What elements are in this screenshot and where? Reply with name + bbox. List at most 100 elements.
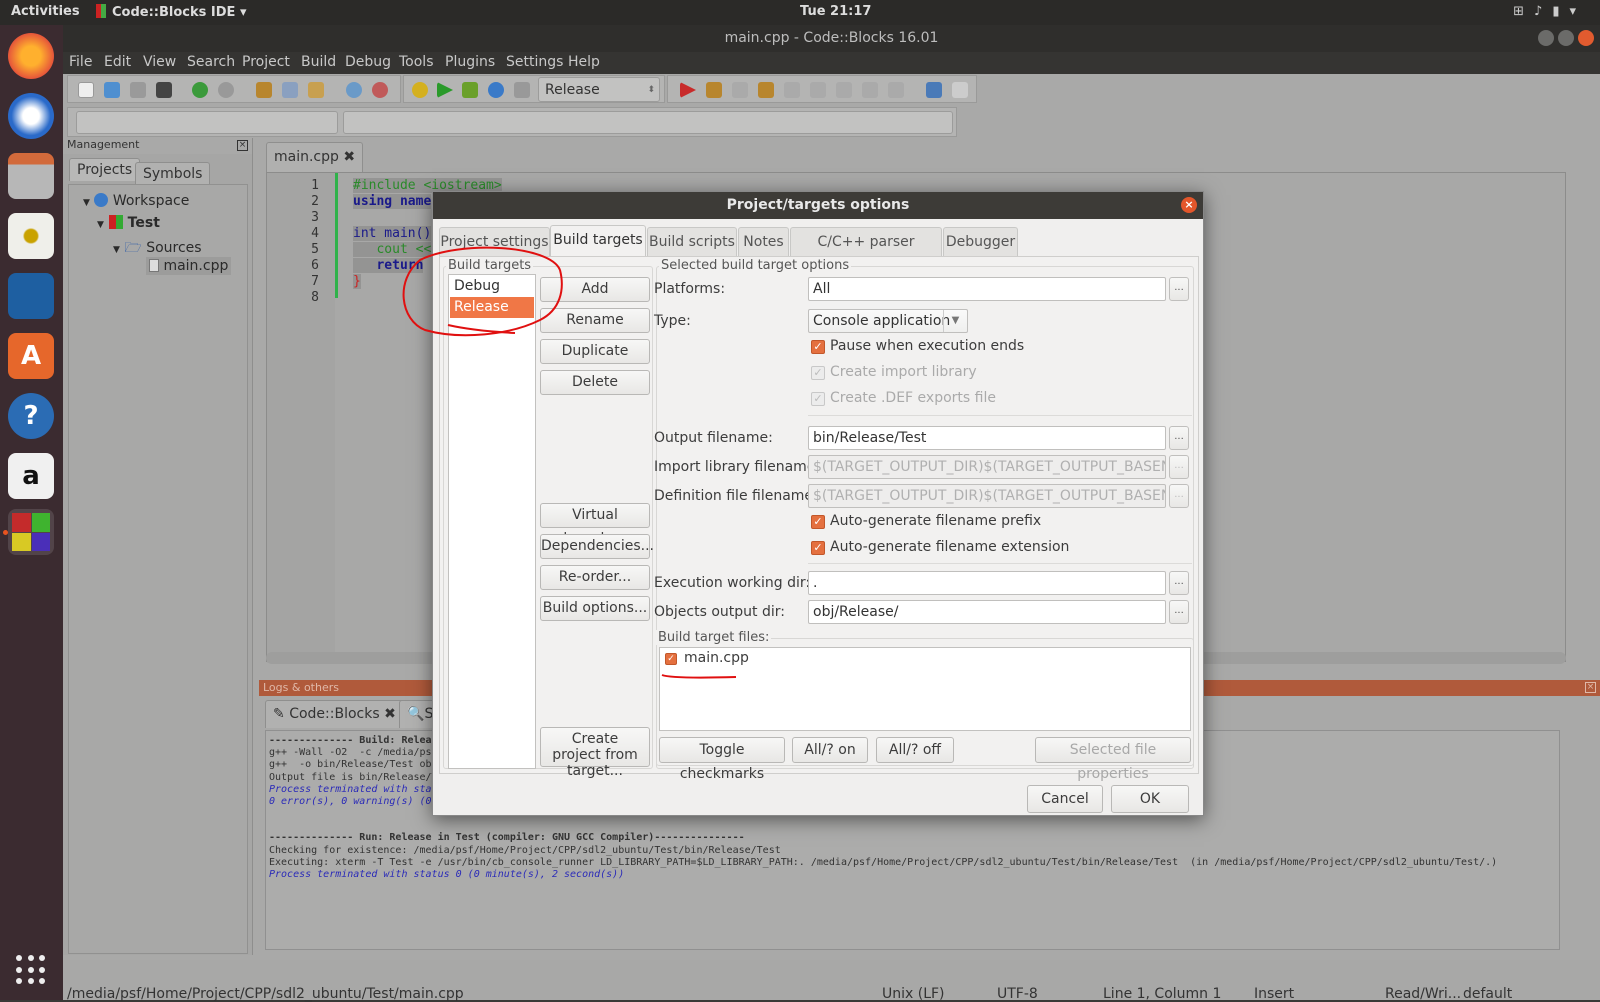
menu-build[interactable]: Build xyxy=(301,54,336,70)
writer-icon[interactable] xyxy=(8,273,54,319)
menu-plugins[interactable]: Plugins xyxy=(445,54,495,70)
menu-tools[interactable]: Tools xyxy=(399,54,434,70)
next-line-icon[interactable] xyxy=(732,82,748,98)
tab-build-scripts[interactable]: Build scripts xyxy=(647,227,737,256)
type-select[interactable]: Console application ▼ xyxy=(808,309,968,333)
virtual-targets-button[interactable]: Virtual targets... xyxy=(540,503,650,546)
build-icon[interactable] xyxy=(412,82,428,98)
tab-project-settings[interactable]: Project settings xyxy=(439,227,550,256)
menu-edit[interactable]: Edit xyxy=(104,54,131,70)
clock[interactable]: Tue 21:17 xyxy=(800,4,871,19)
tab-codeblocks-log[interactable]: ✎ Code::Blocks ✖ xyxy=(265,700,404,728)
menu-project[interactable]: Project xyxy=(242,54,290,70)
ok-button[interactable]: OK xyxy=(1111,785,1189,813)
create-project-button[interactable]: Create project from target... xyxy=(540,727,650,779)
build-files-list[interactable]: ✓ main.cpp xyxy=(659,647,1191,731)
step-instruction-icon[interactable] xyxy=(836,82,852,98)
maximize-button[interactable] xyxy=(1558,30,1574,46)
file-properties-button[interactable]: Selected file properties xyxy=(1035,737,1191,782)
tab-notes[interactable]: Notes xyxy=(738,227,789,256)
save-all-icon[interactable] xyxy=(156,82,172,98)
app-menu[interactable]: Code::Blocks IDE ▾ xyxy=(96,4,246,20)
tab-projects[interactable]: Projects xyxy=(69,158,141,181)
target-item-debug[interactable]: Debug xyxy=(450,276,534,297)
cancel-button[interactable]: Cancel xyxy=(1027,785,1103,813)
close-logs-icon[interactable]: × xyxy=(1585,682,1596,693)
dialog-close-button[interactable]: × xyxy=(1181,197,1197,213)
menu-view[interactable]: View xyxy=(143,54,176,70)
close-tab-icon[interactable]: ✖ xyxy=(384,706,396,722)
extension-checkbox[interactable]: ✓ xyxy=(811,541,825,555)
menu-debug[interactable]: Debug xyxy=(345,54,391,70)
minimize-button[interactable] xyxy=(1538,30,1554,46)
working-dir-field[interactable]: . xyxy=(808,571,1166,595)
thunderbird-icon[interactable] xyxy=(8,93,54,139)
cut-icon[interactable] xyxy=(256,82,272,98)
file-item-main-cpp[interactable]: main.cpp xyxy=(684,650,749,666)
activities-button[interactable]: Activities xyxy=(11,4,80,19)
tab-debugger[interactable]: Debugger xyxy=(943,227,1018,256)
duplicate-button[interactable]: Duplicate xyxy=(540,339,650,364)
close-button[interactable] xyxy=(1578,30,1594,46)
open-icon[interactable] xyxy=(104,82,120,98)
undo-icon[interactable] xyxy=(192,82,208,98)
step-into-icon[interactable] xyxy=(758,82,774,98)
menu-help[interactable]: Help xyxy=(568,54,600,70)
tab-parser-options[interactable]: C/C++ parser options xyxy=(790,227,942,278)
working-dir-browse-button[interactable]: ... xyxy=(1169,571,1189,595)
software-center-icon[interactable]: A xyxy=(8,333,54,379)
output-browse-button[interactable]: ... xyxy=(1169,426,1189,450)
run-to-cursor-icon[interactable] xyxy=(706,82,722,98)
close-panel-icon[interactable]: × xyxy=(237,140,248,151)
codeblocks-dock-icon[interactable] xyxy=(8,509,54,555)
redo-icon[interactable] xyxy=(218,82,234,98)
toggle-checkmarks-button[interactable]: Toggle checkmarks xyxy=(659,737,785,782)
reorder-button[interactable]: Re-order... xyxy=(540,565,650,590)
menu-settings[interactable]: Settings xyxy=(506,54,563,70)
project-node[interactable]: ▼ Test xyxy=(97,215,160,231)
tab-build-targets[interactable]: Build targets xyxy=(550,225,646,257)
function-select[interactable] xyxy=(343,111,953,134)
show-apps-icon[interactable] xyxy=(16,955,48,987)
build-target-select[interactable]: Release ⬍ xyxy=(538,77,660,102)
menu-file[interactable]: File xyxy=(69,54,92,70)
copy-icon[interactable] xyxy=(282,82,298,98)
def-exports-checkbox[interactable]: ✓ xyxy=(811,392,825,406)
save-icon[interactable] xyxy=(130,82,146,98)
firefox-icon[interactable] xyxy=(8,33,54,79)
delete-button[interactable]: Delete xyxy=(540,370,650,395)
menu-search[interactable]: Search xyxy=(187,54,235,70)
import-library-checkbox[interactable]: ✓ xyxy=(811,366,825,380)
files-icon[interactable] xyxy=(8,153,54,199)
prefix-checkbox[interactable]: ✓ xyxy=(811,515,825,529)
import-filename-field[interactable]: $(TARGET_OUTPUT_DIR)$(TARGET_OUTPUT_BASE… xyxy=(808,455,1166,479)
pause-checkbox[interactable]: ✓ xyxy=(811,340,825,354)
new-file-icon[interactable] xyxy=(78,82,94,98)
editor-tab[interactable]: main.cpp ✖ xyxy=(266,142,364,172)
step-out-icon[interactable] xyxy=(784,82,800,98)
rebuild-icon[interactable] xyxy=(488,82,504,98)
system-tray[interactable]: ⊞♪▮▾ xyxy=(1513,4,1586,19)
stop-icon[interactable] xyxy=(888,82,904,98)
debug-continue-icon[interactable] xyxy=(680,82,696,98)
find-icon[interactable] xyxy=(346,82,362,98)
platforms-browse-button[interactable]: ... xyxy=(1169,277,1189,301)
target-item-release[interactable]: Release xyxy=(450,297,534,318)
run-icon[interactable] xyxy=(437,82,453,98)
file-checkbox[interactable]: ✓ xyxy=(665,653,677,665)
replace-icon[interactable] xyxy=(372,82,388,98)
def-filename-field[interactable]: $(TARGET_OUTPUT_DIR)$(TARGET_OUTPUT_BASE… xyxy=(808,484,1166,508)
help-icon[interactable]: ? xyxy=(8,393,54,439)
file-node[interactable]: main.cpp xyxy=(146,257,232,275)
next-instruction-icon[interactable] xyxy=(810,82,826,98)
paste-icon[interactable] xyxy=(308,82,324,98)
platforms-field[interactable]: All xyxy=(808,277,1166,301)
pause-icon[interactable] xyxy=(862,82,878,98)
rename-button[interactable]: Rename xyxy=(540,308,650,333)
objects-dir-field[interactable]: obj/Release/ xyxy=(808,600,1166,624)
all-on-button[interactable]: All/? on xyxy=(792,737,868,763)
import-browse-button[interactable]: ... xyxy=(1169,455,1189,479)
scope-select[interactable] xyxy=(76,111,338,134)
build-options-button[interactable]: Build options... xyxy=(540,596,650,621)
close-tab-icon[interactable]: ✖ xyxy=(343,149,355,165)
